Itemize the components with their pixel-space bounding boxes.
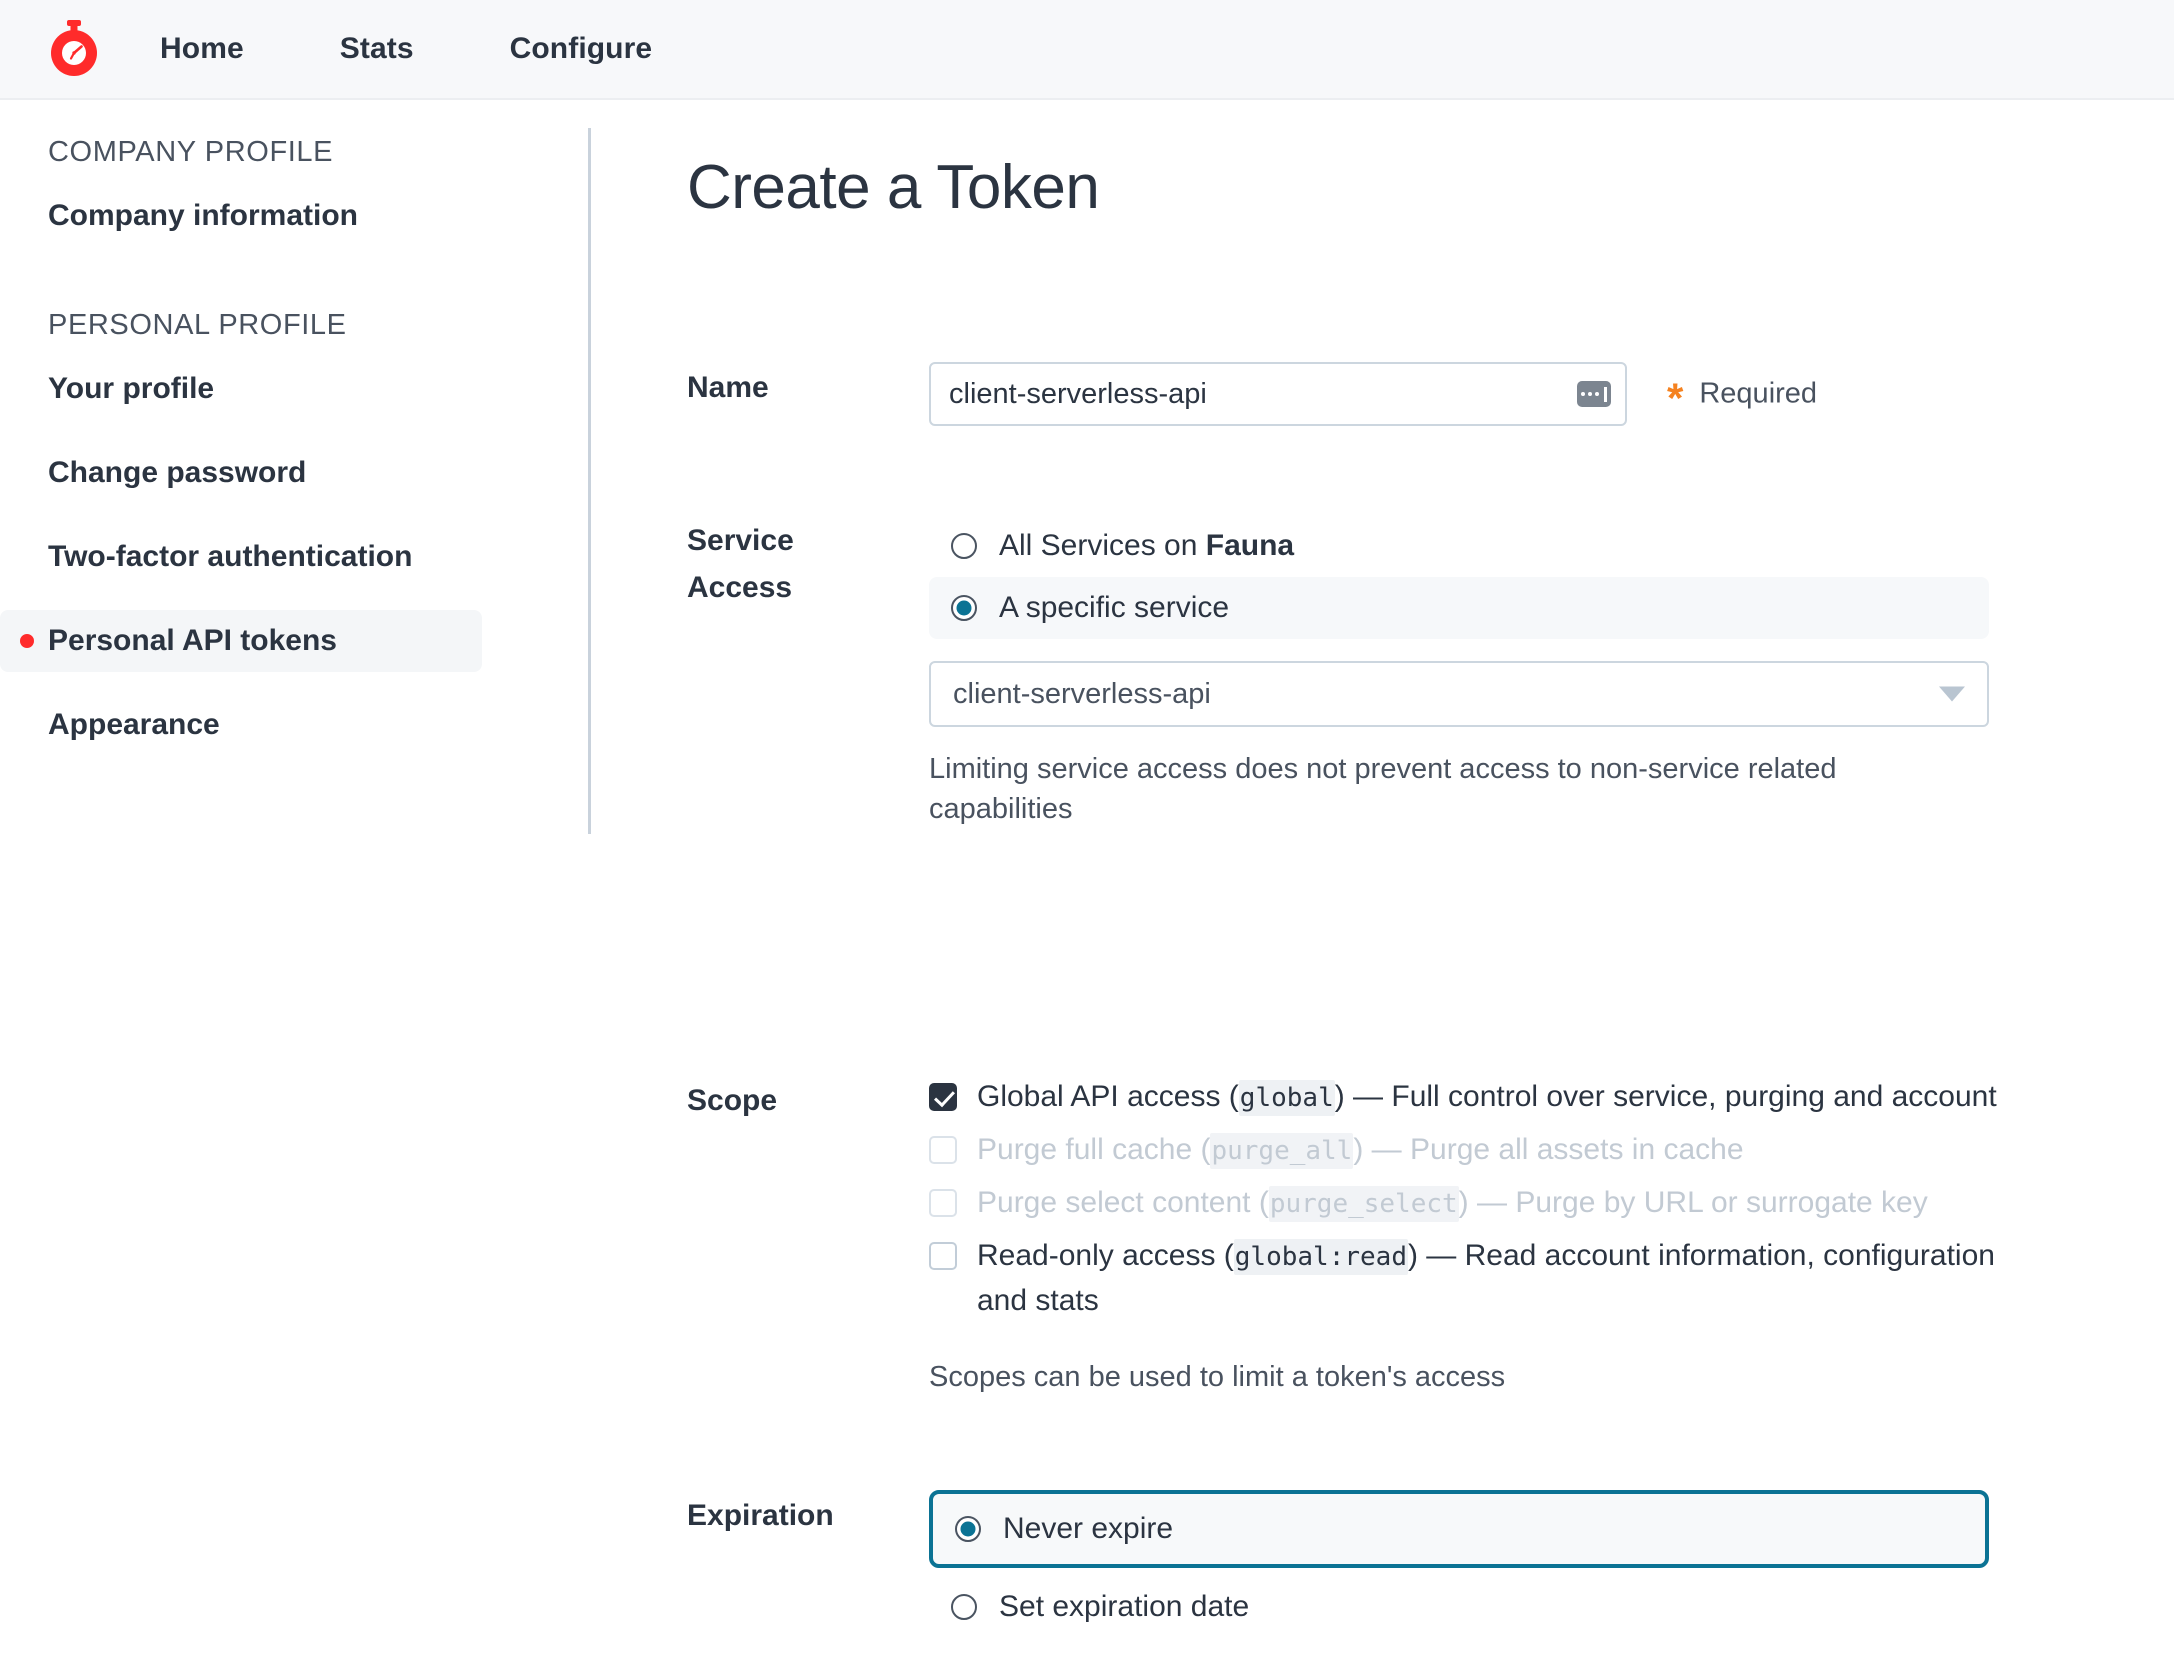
checkbox-icon-global[interactable] bbox=[929, 1083, 957, 1111]
sidebar-item-label: Your profile bbox=[48, 372, 215, 405]
name-field-group: client-serverless-api * Required bbox=[929, 362, 2174, 426]
scope-item-purge-select: Purge select content (purge_select) — Pu… bbox=[929, 1181, 2174, 1226]
scope-text-global-read: Read-only access (global:read) — Read ac… bbox=[977, 1239, 1995, 1317]
radio-label-never-expire: Never expire bbox=[1003, 1512, 1174, 1545]
service-access-group: All Services on Fauna A specific service… bbox=[929, 515, 2174, 829]
chevron-down-icon bbox=[1939, 686, 1965, 702]
text-field-icon bbox=[1577, 381, 1611, 407]
name-field-label: Name bbox=[687, 371, 769, 404]
token-name-value: client-serverless-api bbox=[949, 377, 1207, 410]
sidebar-item-label: Change password bbox=[48, 456, 307, 489]
scope-item-global[interactable]: Global API access (global) — Full contro… bbox=[929, 1075, 2174, 1120]
expiration-group: Never expire Set expiration date bbox=[929, 1490, 2174, 1638]
form-row-name: Name client-serverless-api * Required bbox=[590, 362, 2174, 426]
settings-sidebar: COMPANY PROFILE Company information PERS… bbox=[0, 100, 590, 1668]
scope-code-global-read: global:read bbox=[1233, 1239, 1408, 1275]
radio-all-services[interactable]: All Services on Fauna bbox=[929, 515, 1989, 577]
sidebar-item-spacer bbox=[0, 672, 590, 694]
scope-text-global: Global API access (global) — Full contro… bbox=[977, 1075, 1997, 1120]
sidebar-item-spacer bbox=[0, 420, 590, 442]
expiration-label: Expiration bbox=[687, 1499, 834, 1532]
sidebar-item-appearance[interactable]: Appearance bbox=[0, 694, 482, 756]
required-label: Required bbox=[1699, 377, 1818, 410]
radio-label-specific-service: A specific service bbox=[999, 591, 1230, 624]
form-row-expiration: Expiration Never expire Set expiration d… bbox=[590, 1490, 2174, 1638]
fastly-stopwatch-logo-icon[interactable] bbox=[48, 20, 100, 78]
sidebar-heading-company-profile: COMPANY PROFILE bbox=[48, 136, 334, 168]
active-indicator-dot-icon bbox=[20, 634, 34, 648]
sidebar-group-spacer bbox=[0, 247, 590, 309]
sidebar-item-label: Two-factor authentication bbox=[48, 540, 413, 573]
scope-text-purge-all: Purge full cache (purge_all) — Purge all… bbox=[977, 1128, 1744, 1173]
radio-specific-service[interactable]: A specific service bbox=[929, 577, 1989, 639]
page-title: Create a Token bbox=[687, 153, 1100, 222]
sidebar-item-spacer bbox=[0, 504, 590, 526]
checkbox-icon-purge-all bbox=[929, 1136, 957, 1164]
sidebar-item-label: Company information bbox=[48, 199, 359, 232]
radio-icon-all-services[interactable] bbox=[951, 533, 977, 559]
nav-link-configure[interactable]: Configure bbox=[510, 32, 653, 66]
scope-code-purge-select: purge_select bbox=[1268, 1186, 1459, 1222]
scope-code-global: global bbox=[1238, 1080, 1335, 1116]
nav-link-home[interactable]: Home bbox=[160, 32, 244, 66]
sidebar-heading-personal-profile: PERSONAL PROFILE bbox=[48, 309, 347, 341]
sidebar-item-spacer bbox=[0, 588, 590, 610]
checkbox-icon-purge-select bbox=[929, 1189, 957, 1217]
radio-icon-specific-service[interactable] bbox=[951, 595, 977, 621]
form-row-scope: Scope Global API access (global) — Full … bbox=[590, 1075, 2174, 1394]
expiration-never-expire-focus-ring[interactable]: Never expire bbox=[929, 1490, 1989, 1568]
scope-note: Scopes can be used to limit a token's ac… bbox=[929, 1361, 1506, 1393]
service-access-label: Service Access bbox=[687, 524, 794, 604]
sidebar-item-label: Appearance bbox=[48, 708, 220, 741]
sidebar-item-change-password[interactable]: Change password bbox=[0, 442, 482, 504]
token-name-input[interactable]: client-serverless-api bbox=[929, 362, 1627, 426]
sidebar-item-personal-api-tokens[interactable]: Personal API tokens bbox=[0, 610, 482, 672]
scope-code-purge-all: purge_all bbox=[1210, 1133, 1354, 1169]
radio-set-expiration-date[interactable]: Set expiration date bbox=[929, 1576, 1989, 1638]
service-access-help-text: Limiting service access does not prevent… bbox=[929, 753, 1837, 826]
nav-link-stats[interactable]: Stats bbox=[340, 32, 414, 66]
service-select-value: client-serverless-api bbox=[953, 677, 1211, 710]
radio-label-all-services: All Services on Fauna bbox=[999, 529, 1295, 562]
required-indicator: * Required bbox=[1667, 374, 1818, 421]
sidebar-item-two-factor-authentication[interactable]: Two-factor authentication bbox=[0, 526, 482, 588]
radio-icon-set-expiration-date[interactable] bbox=[951, 1594, 977, 1620]
radio-label-set-expiration-date: Set expiration date bbox=[999, 1590, 1250, 1623]
service-select-dropdown[interactable]: client-serverless-api bbox=[929, 661, 1989, 727]
scope-item-purge-all: Purge full cache (purge_all) — Purge all… bbox=[929, 1128, 2174, 1173]
top-navigation-bar: Home Stats Configure bbox=[0, 0, 2174, 100]
scope-item-global-read[interactable]: Read-only access (global:read) — Read ac… bbox=[929, 1234, 2174, 1323]
scope-text-purge-select: Purge select content (purge_select) — Pu… bbox=[977, 1181, 1928, 1226]
scope-group: Global API access (global) — Full contro… bbox=[929, 1075, 2174, 1394]
radio-never-expire[interactable]: Never expire bbox=[933, 1494, 1985, 1564]
scope-label: Scope bbox=[687, 1084, 778, 1117]
checkbox-icon-global-read[interactable] bbox=[929, 1242, 957, 1270]
sidebar-item-label: Personal API tokens bbox=[48, 624, 337, 657]
sidebar-item-your-profile[interactable]: Your profile bbox=[0, 358, 482, 420]
nav-links: Home Stats Configure bbox=[160, 32, 748, 66]
main-content: Create a Token Name client-serverless-ap… bbox=[590, 100, 2174, 1668]
form-row-service-access: Service Access All Services on Fauna A s… bbox=[590, 515, 2174, 829]
radio-icon-never-expire[interactable] bbox=[955, 1516, 981, 1542]
sidebar-item-company-information[interactable]: Company information bbox=[0, 185, 482, 247]
